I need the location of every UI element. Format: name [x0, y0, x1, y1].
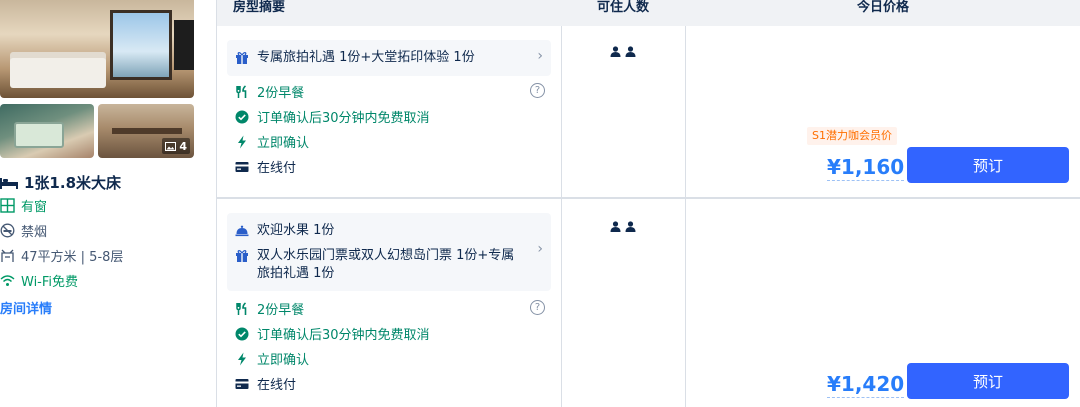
check-circle-icon	[235, 110, 249, 123]
header-occupancy: 可住人数	[597, 0, 650, 15]
payment-method: 在线付	[235, 157, 296, 176]
perk-line: 双人水乐园门票或双人幻想岛门票 1份+专属 旅拍礼遇 1份	[235, 247, 514, 283]
cutlery-icon	[236, 84, 247, 98]
occupancy-2-adults[interactable]	[610, 221, 636, 232]
payment-method: 在线付	[235, 374, 296, 393]
no-smoking-icon	[0, 223, 15, 238]
feature-no-smoking: 禁烟	[0, 221, 47, 240]
perk-text: 欢迎水果 1份	[257, 223, 335, 238]
cancel-text: 订单确认后30分钟内免费取消	[257, 111, 430, 126]
bed-icon	[0, 177, 18, 189]
feature-wifi-text: Wi-Fi免费	[21, 275, 79, 290]
table-row: 欢迎水果 1份 双人水乐园门票或双人幻想岛门票 1份+专属 旅拍礼遇 1份 › …	[217, 199, 1080, 407]
lightning-icon	[238, 135, 246, 148]
person-icon	[610, 46, 621, 57]
cancel-text: 订单确认后30分钟内免费取消	[257, 328, 430, 343]
instant-confirm: 立即确认	[235, 349, 309, 368]
feature-area: 47平方米 | 5-8层	[0, 246, 123, 265]
member-price-tag[interactable]: S1潜力咖会员价	[807, 127, 897, 145]
book-button[interactable]: 预订	[907, 147, 1069, 183]
person-icon	[625, 46, 636, 57]
payment-text: 在线付	[257, 161, 297, 176]
cancel-policy: 订单确认后30分钟内免费取消	[235, 107, 430, 126]
perk-box[interactable]: 专属旅拍礼遇 1份+大堂拓印体验 1份 ›	[227, 40, 551, 76]
room-thumbnail-2[interactable]: 4	[98, 104, 194, 158]
help-icon[interactable]: ?	[530, 83, 545, 98]
header-price: 今日价格	[857, 0, 910, 15]
perk-text: 专属旅拍礼遇 1份+大堂拓印体验 1份	[257, 50, 475, 65]
perk-text-cont: 旅拍礼遇 1份	[257, 266, 335, 281]
wifi-icon	[0, 275, 15, 286]
room-thumbnail-1[interactable]	[0, 104, 94, 158]
breakfast-info: 2份早餐	[235, 299, 304, 318]
photo-count: 4	[179, 139, 187, 153]
perk-box[interactable]: 欢迎水果 1份 双人水乐园门票或双人幻想岛门票 1份+专属 旅拍礼遇 1份 ›	[227, 213, 551, 291]
cancel-policy: 订单确认后30分钟内免费取消	[235, 324, 430, 343]
occupancy-2-adults[interactable]	[610, 46, 636, 57]
confirm-text: 立即确认	[257, 136, 310, 151]
breakfast-info: 2份早餐	[235, 82, 304, 101]
help-icon[interactable]: ?	[530, 300, 545, 315]
feature-area-text: 47平方米 | 5-8层	[21, 250, 124, 265]
feature-wifi: Wi-Fi免费	[0, 271, 78, 290]
perk-text: 双人水乐园门票或双人幻想岛门票 1份+专属	[257, 248, 515, 263]
gift-icon	[236, 52, 248, 64]
hotel-room-listing: 4 1张1.8米大床 有窗 禁烟 47平方米 | 5-8层 Wi-Fi免费 房间…	[0, 0, 1080, 407]
instant-confirm: 立即确认	[235, 132, 309, 151]
feature-window: 有窗	[0, 196, 47, 215]
price[interactable]: ¥1,420	[827, 371, 905, 398]
feature-no-smoking-text: 禁烟	[21, 225, 48, 240]
card-icon	[235, 378, 249, 389]
table-row: 专属旅拍礼遇 1份+大堂拓印体验 1份 › 2份早餐 ? 订单确认后30分钟内免…	[217, 26, 1080, 198]
room-info-panel: 4 1张1.8米大床 有窗 禁烟 47平方米 | 5-8层 Wi-Fi免费 房间…	[0, 0, 216, 407]
feature-window-text: 有窗	[21, 200, 48, 215]
room-title-text: 1张1.8米大床	[24, 174, 122, 192]
lightning-icon	[238, 352, 246, 365]
chevron-right-icon[interactable]: ›	[537, 241, 543, 257]
room-main-photo[interactable]	[0, 0, 194, 98]
image-icon	[165, 141, 177, 151]
perk-line: 欢迎水果 1份	[235, 222, 334, 240]
window-icon	[0, 198, 15, 213]
header-summary: 房型摘要	[233, 0, 286, 15]
breakfast-text: 2份早餐	[257, 303, 305, 318]
person-icon	[610, 221, 621, 232]
photo-count-badge[interactable]: 4	[162, 138, 190, 154]
card-icon	[235, 161, 249, 172]
rate-table: 房型摘要 可住人数 今日价格 专属旅拍礼遇 1份+大堂拓印体验 1份 › 2份早…	[216, 0, 1080, 407]
payment-text: 在线付	[257, 378, 297, 393]
perk-line: 专属旅拍礼遇 1份+大堂拓印体验 1份	[235, 49, 475, 67]
person-icon	[625, 221, 636, 232]
book-button[interactable]: 预订	[907, 363, 1069, 399]
confirm-text: 立即确认	[257, 353, 310, 368]
check-circle-icon	[235, 327, 249, 340]
cutlery-icon	[236, 301, 247, 315]
breakfast-text: 2份早餐	[257, 86, 305, 101]
chevron-right-icon[interactable]: ›	[537, 48, 543, 64]
price[interactable]: ¥1,160	[827, 154, 905, 181]
cloche-icon	[235, 225, 249, 237]
table-header: 房型摘要 可住人数 今日价格	[217, 0, 1080, 26]
gift-icon	[236, 250, 248, 262]
area-icon	[1, 249, 14, 262]
room-title: 1张1.8米大床	[0, 172, 121, 193]
room-details-link[interactable]: 房间详情	[0, 298, 52, 317]
